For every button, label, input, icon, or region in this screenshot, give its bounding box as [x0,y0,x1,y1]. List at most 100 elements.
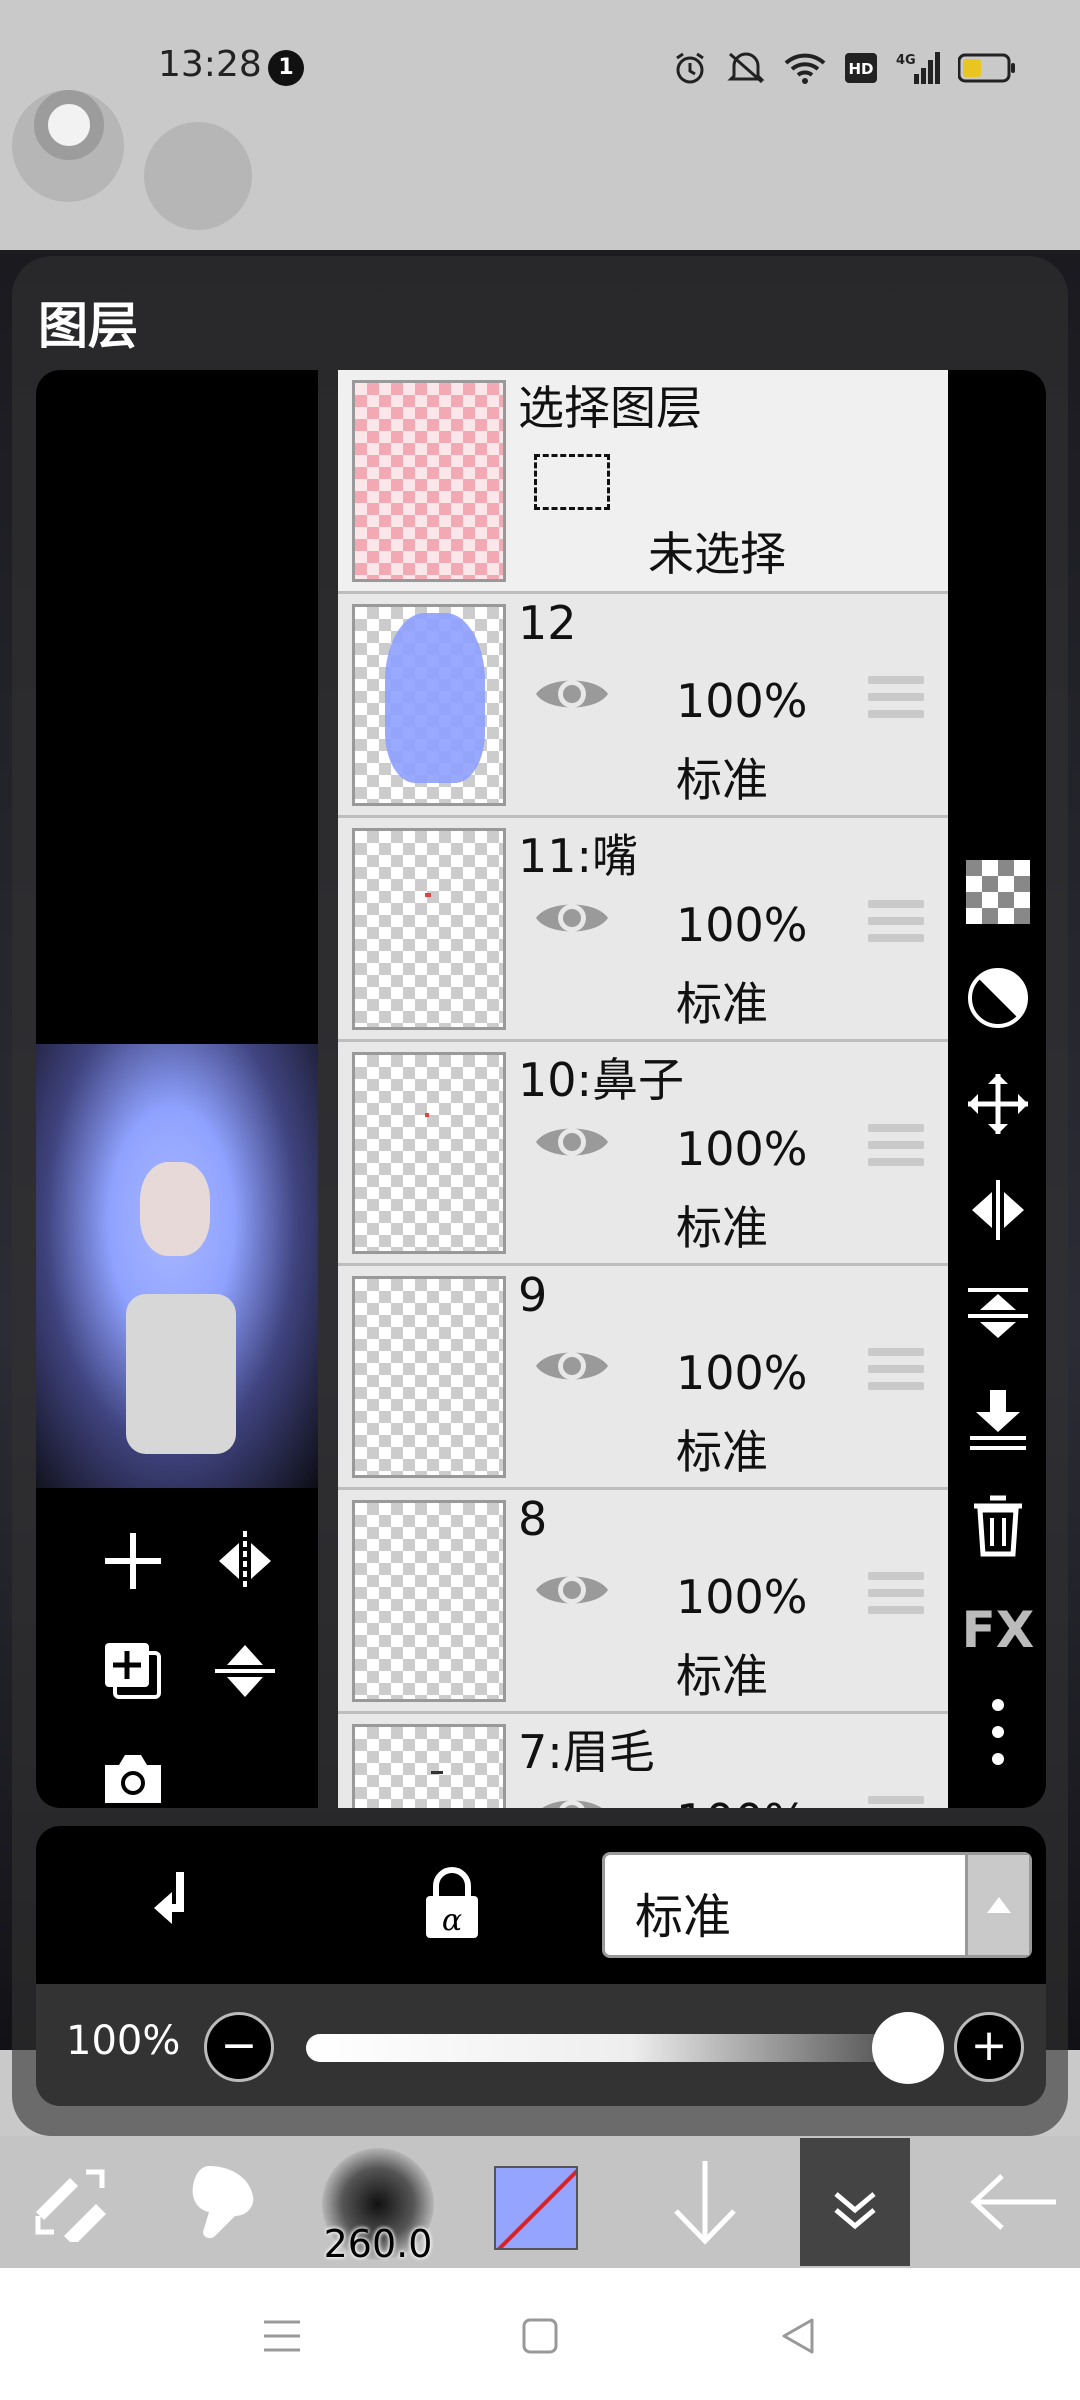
layer-row[interactable]: 11:嘴 100% 标准 [338,818,948,1042]
layer-thumbnail [352,1276,506,1478]
brush-size-value: 260.0 [323,2222,433,2266]
preview-face [140,1162,210,1256]
layer-opacity: 100% [676,1122,808,1176]
canvas-preview [36,370,318,1808]
opacity-bar: 100% − + [36,1984,1046,2106]
drag-handle-icon[interactable] [868,1124,924,1174]
opacity-value: 100% [66,2018,181,2064]
preview-image [36,1044,318,1488]
eye-icon[interactable] [534,1790,610,1808]
layer-blend-mode: 标准 [676,1201,768,1255]
drag-handle-icon[interactable] [868,676,924,726]
menu-icon[interactable] [252,2308,312,2364]
preview-shirt [126,1294,236,1454]
invert-icon[interactable] [966,966,1030,1030]
finger-tool-icon[interactable] [174,2136,274,2268]
opacity-indicator[interactable] [144,122,252,230]
layer-name: 选择图层 [518,381,702,435]
layer-row[interactable]: 12 100% 标准 [338,594,948,818]
fx-icon[interactable]: FX [962,1598,1035,1662]
layer-name: 9 [518,1268,548,1322]
bottom-toolbar: 260.0 [0,2136,1080,2268]
selection-layer-row[interactable]: 选择图层 未选择 [338,370,948,594]
layer-name: 7:眉毛 [518,1725,655,1779]
alarm-icon [672,50,708,86]
hd-icon: HD [844,52,878,84]
eye-icon[interactable] [534,894,610,942]
flip-horizontal-icon[interactable] [200,1516,290,1606]
back-icon[interactable] [768,2308,828,2364]
layer-thumbnail [352,1052,506,1254]
notification-badge: 1 [268,50,304,86]
flip-vertical-icon[interactable] [200,1626,290,1716]
layer-thumbnail [352,1500,506,1702]
svg-text:HD: HD [848,60,873,78]
layer-thumbnail [352,828,506,1030]
home-icon[interactable] [510,2308,570,2364]
svg-text:4G: 4G [896,53,916,68]
eye-icon[interactable] [534,1118,610,1166]
layer-side-toolbar: FX [948,370,1046,1808]
brush-size-indicator[interactable] [12,90,124,202]
flip-vertical-icon[interactable] [966,1284,1030,1348]
eye-icon[interactable] [534,1566,610,1614]
status-bar: 13:28 1 HD 4G [0,0,1080,130]
layer-name: 10:鼻子 [518,1053,685,1107]
add-layer-icon[interactable] [88,1516,178,1606]
merge-down-icon[interactable] [966,1388,1030,1452]
layer-panel-toggle[interactable] [800,2138,910,2266]
back-arrow-icon[interactable] [960,2136,1070,2268]
layer-opacity: 100% [676,1570,808,1624]
tool-swap-icon[interactable] [20,2136,120,2268]
camera-icon[interactable] [88,1734,178,1808]
mute-icon [726,50,766,86]
duplicate-layer-icon[interactable] [88,1626,178,1716]
system-nav-bar [0,2268,1080,2400]
layer-row[interactable]: 9 100% 标准 [338,1266,948,1490]
drag-handle-icon[interactable] [868,1572,924,1622]
move-icon[interactable] [966,1072,1030,1136]
drag-handle-icon[interactable] [868,900,924,950]
more-vertical-icon[interactable] [966,1699,1030,1765]
layer-opacity: 100% [676,674,808,728]
clipping-icon[interactable] [146,1868,210,1942]
layer-name: 12 [518,596,577,650]
trash-icon[interactable] [966,1494,1030,1558]
drag-handle-icon[interactable] [868,1796,924,1808]
selection-status: 未选择 [648,527,786,581]
dropdown-arrow-icon[interactable] [965,1855,1029,1955]
color-swatch[interactable] [494,2166,578,2250]
blend-mode-select[interactable]: 标准 [602,1852,1032,1958]
eye-icon[interactable] [534,1342,610,1390]
layer-blend-mode: 标准 [676,1425,768,1479]
layer-area: 选择图层 未选择 12 100% 标准 11:嘴 100% 标准 10:鼻子 1… [36,370,1046,1808]
brush-preview-dot [34,90,104,160]
opacity-slider-thumb[interactable] [872,2012,944,2084]
alpha-lock-icon[interactable]: α [422,1866,482,1944]
opacity-increase-button[interactable]: + [954,2012,1024,2082]
layer-list[interactable]: 选择图层 未选择 12 100% 标准 11:嘴 100% 标准 10:鼻子 1… [338,370,948,1808]
wifi-icon [784,51,826,85]
layer-panel: 图层 选择图层 未选择 12 100% 标准 11:嘴 100% 标准 10:鼻… [12,256,1068,2136]
opacity-decrease-button[interactable]: − [204,2012,274,2082]
layer-row[interactable]: 10:鼻子 100% 标准 [338,1042,948,1266]
flip-horizontal-icon[interactable] [966,1178,1030,1242]
layer-name: 8 [518,1492,548,1546]
panel-title: 图层 [38,297,138,355]
opacity-slider[interactable] [306,2034,896,2062]
layer-thumbnail [352,380,506,582]
eye-icon[interactable] [534,670,610,718]
hair-preview [385,613,485,783]
svg-text:α: α [442,1903,462,1938]
layer-row[interactable]: 7:眉毛 100% 标准 [338,1714,948,1808]
layer-row[interactable]: 8 100% 标准 [338,1490,948,1714]
status-icons: HD 4G [672,48,1016,88]
blend-bar: α 标准 [36,1826,1046,1984]
layer-name: 11:嘴 [518,829,639,883]
status-time: 13:28 [158,44,262,85]
layer-blend-mode: 标准 [676,753,768,807]
drag-handle-icon[interactable] [868,1348,924,1398]
transparency-grid-icon[interactable] [966,860,1030,924]
battery-icon [958,53,1016,83]
arrow-down-icon[interactable] [650,2136,760,2268]
